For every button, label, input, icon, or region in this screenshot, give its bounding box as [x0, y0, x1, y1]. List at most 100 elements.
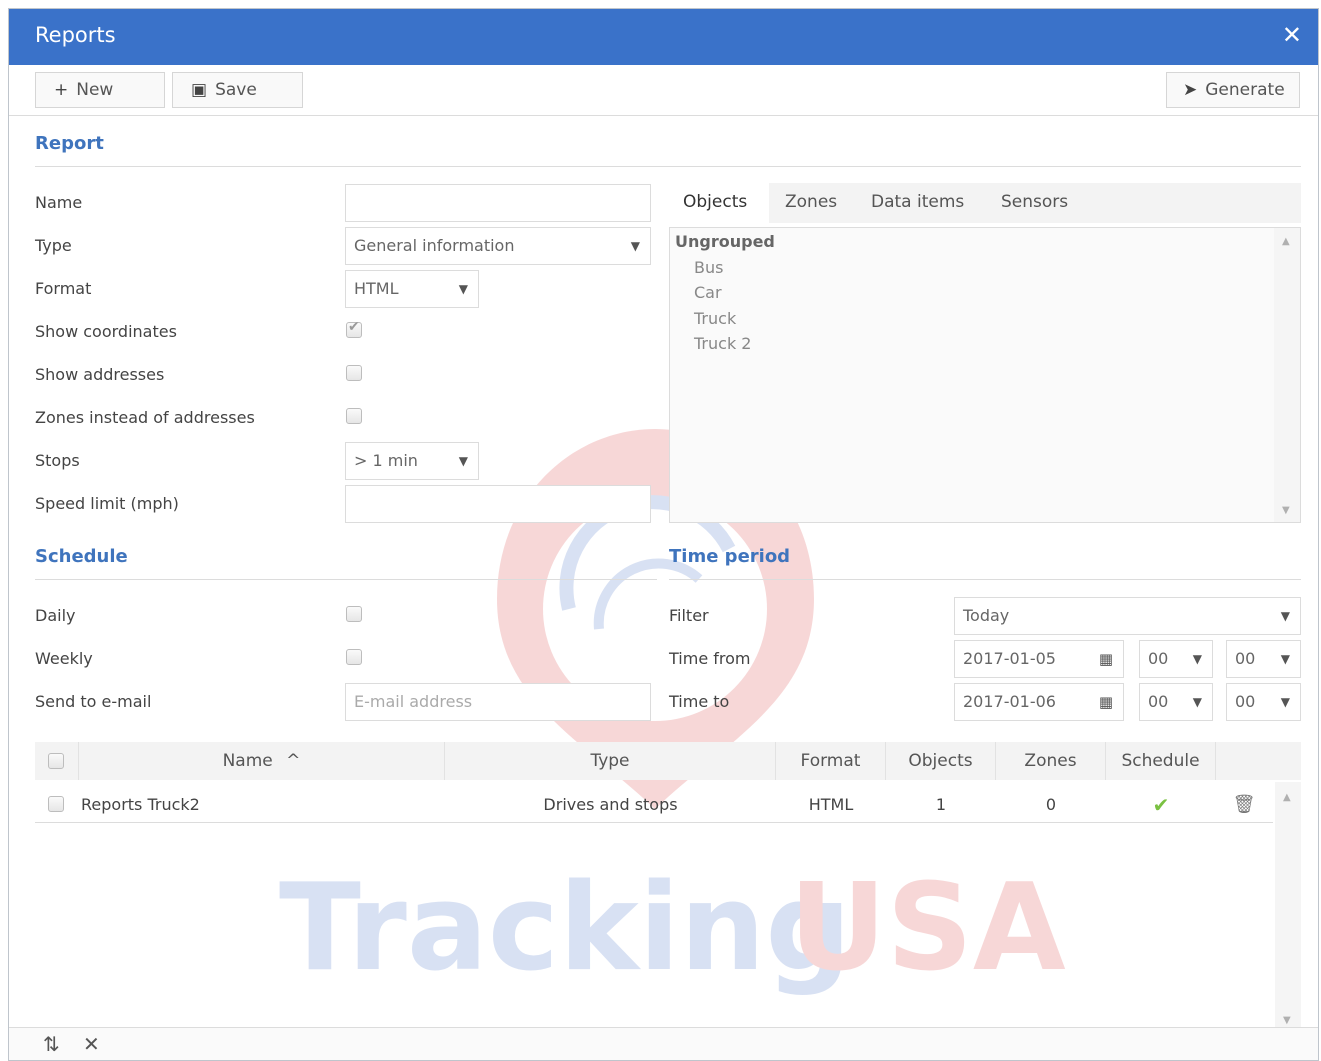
- table-scrollbar[interactable]: ▲ ▼: [1275, 782, 1301, 1032]
- column-header-zones[interactable]: Zones: [996, 742, 1106, 780]
- daily-label: Daily: [35, 606, 76, 625]
- weekly-checkbox[interactable]: [346, 649, 362, 665]
- tab-data-items[interactable]: Data items: [857, 183, 978, 223]
- column-header-type[interactable]: Type: [445, 742, 776, 780]
- row-name: Reports Truck2: [81, 795, 200, 814]
- column-name-label: Name: [222, 751, 273, 771]
- checkmark-icon: ✔: [348, 319, 360, 335]
- select-all-cell: [35, 742, 79, 780]
- tab-sensors[interactable]: Sensors: [987, 183, 1082, 223]
- schedule-divider: [35, 579, 657, 580]
- reports-dialog: Tracking USA Reports ✕ + New ▣ Save ➤ Gener…: [8, 8, 1319, 1061]
- type-select[interactable]: General information ▼: [345, 227, 651, 265]
- calendar-icon[interactable]: ▦: [1099, 641, 1113, 677]
- watermark-text-left: Tracking: [279, 859, 851, 998]
- time-from-hour-select[interactable]: 00 ▼: [1139, 640, 1213, 678]
- save-button[interactable]: ▣ Save: [172, 72, 303, 108]
- time-to-minute-value: 00: [1235, 692, 1256, 711]
- time-to-date-value: 2017-01-06: [963, 692, 1056, 711]
- new-button-label: New: [76, 80, 114, 100]
- time-period-divider: [669, 579, 1301, 580]
- plus-icon: +: [54, 80, 69, 100]
- time-to-hour-select[interactable]: 00 ▼: [1139, 683, 1213, 721]
- row-checkbox[interactable]: [48, 796, 64, 812]
- table-header: Name ^ Type Format Objects Zones Schedul…: [35, 742, 1301, 780]
- column-header-objects[interactable]: Objects: [886, 742, 996, 780]
- clear-icon[interactable]: ✕: [83, 1032, 100, 1056]
- zones-instead-label: Zones instead of addresses: [35, 408, 255, 427]
- watermark-text-right: USA: [789, 859, 1066, 998]
- name-input[interactable]: [345, 184, 651, 222]
- refresh-icon[interactable]: ⇅: [43, 1032, 60, 1056]
- row-objects: 1: [935, 795, 947, 814]
- tab-objects[interactable]: Objects: [669, 183, 769, 223]
- time-from-date[interactable]: 2017-01-05 ▦: [954, 640, 1124, 678]
- table-row[interactable]: Reports Truck2 Drives and stops HTML 1 0…: [35, 782, 1273, 823]
- object-item[interactable]: Car: [694, 283, 722, 302]
- stops-select-value: > 1 min: [354, 451, 418, 470]
- new-button[interactable]: + New: [35, 72, 165, 108]
- window-title: Reports: [35, 23, 116, 47]
- trash-icon[interactable]: 🗑: [1216, 782, 1272, 822]
- show-addresses-checkbox[interactable]: [346, 365, 362, 381]
- daily-checkbox[interactable]: [346, 606, 362, 622]
- speed-limit-label: Speed limit (mph): [35, 494, 179, 513]
- report-section-title: Report: [35, 133, 104, 154]
- show-addresses-label: Show addresses: [35, 365, 165, 384]
- chevron-down-icon: ▼: [630, 239, 640, 253]
- column-header-schedule[interactable]: Schedule: [1106, 742, 1216, 780]
- column-header-name[interactable]: Name ^: [79, 742, 445, 780]
- title-bar: Reports ✕: [9, 9, 1318, 65]
- generate-button-label: Generate: [1205, 80, 1285, 100]
- show-coordinates-checkbox[interactable]: ✔: [346, 319, 362, 338]
- weekly-label: Weekly: [35, 649, 93, 668]
- speed-limit-input[interactable]: [345, 485, 651, 523]
- row-type: Drives and stops: [543, 795, 678, 814]
- select-all-checkbox[interactable]: [48, 753, 64, 769]
- generate-button[interactable]: ➤ Generate: [1166, 72, 1300, 108]
- object-item[interactable]: Truck 2: [694, 334, 751, 353]
- time-to-minute-select[interactable]: 00 ▼: [1226, 683, 1301, 721]
- send-email-label: Send to e-mail: [35, 692, 152, 711]
- scroll-down-icon[interactable]: ▼: [1283, 1015, 1291, 1026]
- email-field[interactable]: E-mail address: [345, 683, 651, 721]
- sort-ascending-icon: ^: [286, 751, 301, 771]
- save-button-label: Save: [215, 80, 257, 100]
- chevron-down-icon: ▼: [1280, 695, 1290, 709]
- object-list: Ungrouped Bus Car Truck Truck 2 ▲ ▼: [669, 227, 1301, 523]
- paper-plane-icon: ➤: [1183, 80, 1198, 100]
- object-tabs: Objects Zones Data items Sensors: [669, 183, 1301, 223]
- row-zones: 0: [1045, 795, 1057, 814]
- time-from-date-value: 2017-01-05: [963, 649, 1056, 668]
- time-from-minute-value: 00: [1235, 649, 1256, 668]
- object-item[interactable]: Bus: [694, 258, 723, 277]
- object-group-ungrouped[interactable]: Ungrouped: [675, 232, 775, 251]
- tab-zones[interactable]: Zones: [771, 183, 851, 223]
- format-select[interactable]: HTML ▼: [345, 270, 479, 308]
- time-to-date[interactable]: 2017-01-06 ▦: [954, 683, 1124, 721]
- scroll-up-icon[interactable]: ▲: [1283, 792, 1291, 803]
- schedule-section-title: Schedule: [35, 546, 128, 567]
- type-label: Type: [35, 236, 72, 255]
- scroll-up-icon[interactable]: ▲: [1282, 236, 1290, 247]
- report-divider: [35, 166, 1301, 167]
- close-icon[interactable]: ✕: [1282, 21, 1302, 49]
- filter-select[interactable]: Today ▼: [954, 597, 1301, 635]
- time-from-minute-select[interactable]: 00 ▼: [1226, 640, 1301, 678]
- toolbar: + New ▣ Save ➤ Generate: [9, 65, 1318, 116]
- schedule-check-icon: ✔: [1152, 793, 1170, 817]
- chevron-down-icon: ▼: [1280, 609, 1290, 623]
- calendar-icon[interactable]: ▦: [1099, 684, 1113, 720]
- time-to-label: Time to: [669, 692, 730, 711]
- type-select-value: General information: [354, 236, 515, 255]
- object-list-scrollbar[interactable]: ▲ ▼: [1274, 228, 1300, 522]
- object-item[interactable]: Truck: [694, 309, 736, 328]
- time-from-hour-value: 00: [1148, 649, 1169, 668]
- name-label: Name: [35, 193, 83, 212]
- zones-instead-checkbox[interactable]: [346, 408, 362, 424]
- scroll-down-icon[interactable]: ▼: [1282, 505, 1290, 516]
- stops-label: Stops: [35, 451, 80, 470]
- column-header-format[interactable]: Format: [776, 742, 886, 780]
- stops-select[interactable]: > 1 min ▼: [345, 442, 479, 480]
- chevron-down-icon: ▼: [1280, 652, 1290, 666]
